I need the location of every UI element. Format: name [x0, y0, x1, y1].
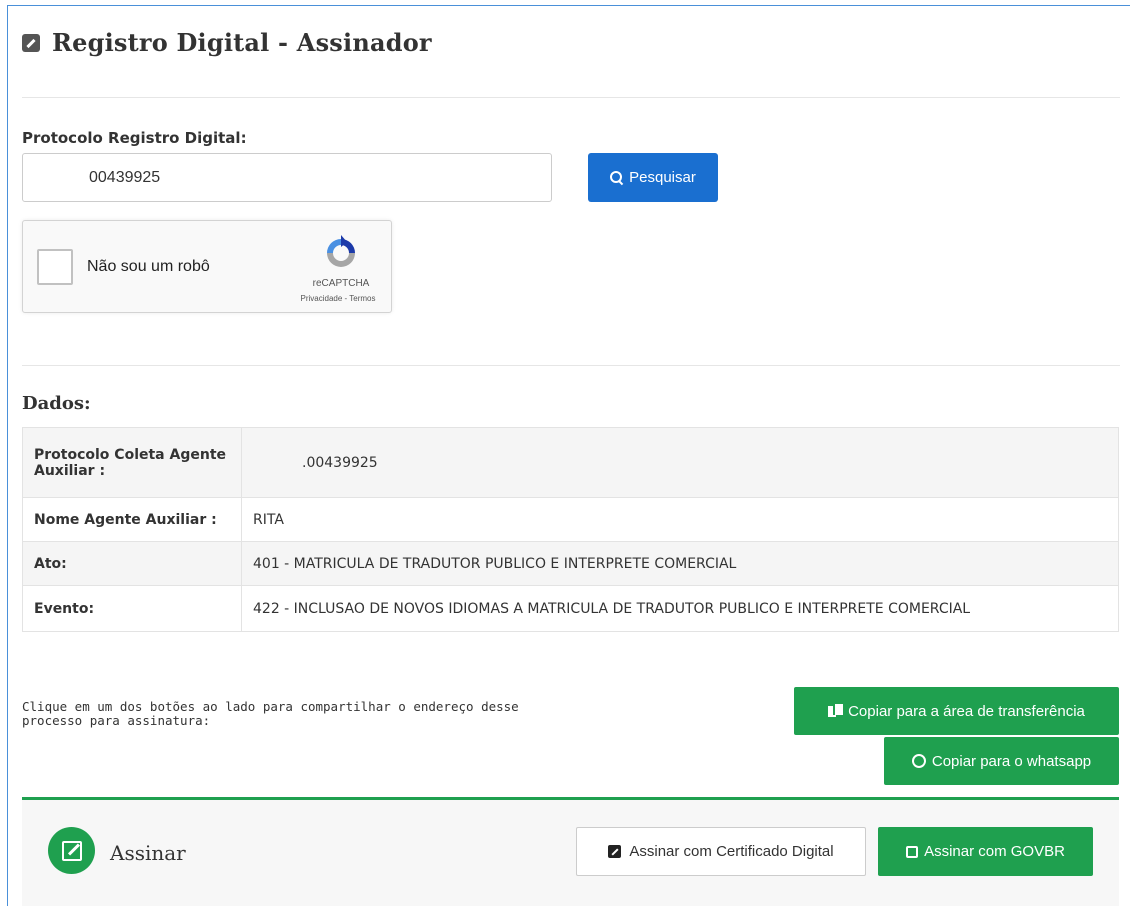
- table-row: Ato: 401 - MATRICULA DE TRADUTOR PUBLICO…: [22, 541, 1119, 586]
- row-value: 401 - MATRICULA DE TRADUTOR PUBLICO E IN…: [241, 541, 1119, 586]
- page-title: Registro Digital - Assinador: [52, 28, 432, 57]
- search-icon: [610, 171, 623, 184]
- recaptcha-links[interactable]: Privacidade - Termos: [283, 294, 393, 303]
- recaptcha-widget: Não sou um robô reCAPTCHA Privacidade - …: [22, 220, 392, 313]
- recaptcha-brand: reCAPTCHA: [312, 278, 370, 289]
- copy-whatsapp-button[interactable]: Copiar para o whatsapp: [884, 737, 1119, 785]
- recaptcha-logo-icon: [327, 235, 355, 267]
- sign-certificate-button[interactable]: Assinar com Certificado Digital: [576, 827, 866, 876]
- copy-clipboard-button[interactable]: Copiar para a área de transferência: [794, 687, 1119, 735]
- page-header: Registro Digital - Assinador: [22, 28, 432, 57]
- search-button-label: Pesquisar: [629, 169, 696, 186]
- copy-clipboard-label: Copiar para a área de transferência: [848, 702, 1085, 720]
- copy-icon: [828, 704, 844, 718]
- row-value: RITA: [241, 497, 1119, 542]
- sign-panel: Assinar Assinar com Certificado Digital …: [22, 797, 1119, 906]
- search-button[interactable]: Pesquisar: [588, 153, 718, 202]
- row-value: 422 - INCLUSAO DE NOVOS IDIOMAS A MATRIC…: [241, 585, 1119, 632]
- table-row: Protocolo Coleta Agente Auxiliar : .0043…: [22, 427, 1119, 498]
- sign-icon: [48, 827, 95, 874]
- row-value: .00439925: [241, 427, 1119, 498]
- row-key: Nome Agente Auxiliar :: [22, 497, 242, 542]
- dados-heading: Dados:: [22, 393, 91, 414]
- row-key: Evento:: [22, 585, 242, 632]
- row-key: Ato:: [22, 541, 242, 586]
- protocol-label: Protocolo Registro Digital:: [22, 129, 247, 147]
- copy-whatsapp-label: Copiar para o whatsapp: [931, 752, 1092, 770]
- sign-govbr-button[interactable]: Assinar com GOVBR: [878, 827, 1093, 876]
- govbr-edit-icon: [906, 845, 919, 858]
- edit-icon: [22, 33, 40, 52]
- dados-table: Protocolo Coleta Agente Auxiliar : .0043…: [22, 427, 1119, 632]
- row-key: Protocolo Coleta Agente Auxiliar :: [22, 427, 242, 498]
- section-divider: [22, 365, 1120, 366]
- whatsapp-icon: [911, 754, 926, 768]
- sign-label: Assinar: [110, 841, 186, 865]
- protocol-input[interactable]: [22, 153, 552, 202]
- recaptcha-checkbox[interactable]: [37, 249, 73, 285]
- share-instructions: Clique em um dos botões ao lado para com…: [22, 699, 519, 728]
- sign-govbr-label: Assinar com GOVBR: [924, 843, 1065, 860]
- table-row: Evento: 422 - INCLUSAO DE NOVOS IDIOMAS …: [22, 585, 1119, 632]
- header-divider: [22, 97, 1120, 98]
- certificate-icon: [608, 845, 622, 858]
- recaptcha-checkbox-label: Não sou um robô: [87, 258, 210, 275]
- sign-certificate-label: Assinar com Certificado Digital: [629, 843, 834, 860]
- table-row: Nome Agente Auxiliar : RITA: [22, 497, 1119, 542]
